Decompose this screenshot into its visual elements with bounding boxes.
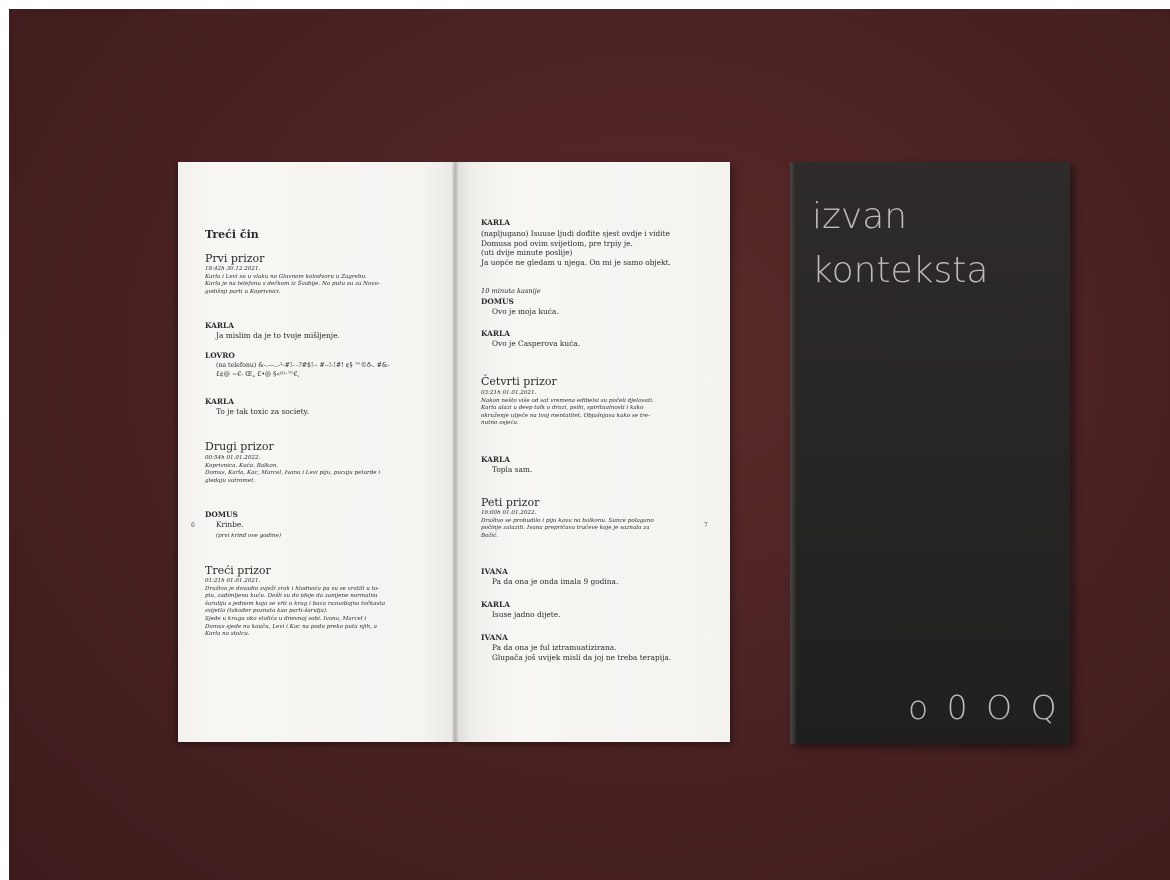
page-number: 6: [191, 522, 195, 529]
cover-mark: o 0 O Q: [908, 688, 1061, 727]
speaker-name: KARLA: [481, 329, 510, 338]
scene-title: Treći prizor: [205, 564, 271, 577]
speaker-name: DOMUS: [481, 297, 514, 306]
cover-title-line1: izvan: [812, 196, 908, 237]
speaker-name: IVANA: [481, 567, 508, 576]
scene-title: Drugi prizor: [205, 440, 274, 453]
scene-meta: 16:00h 01.01.2022. Društvo se probudilo …: [481, 510, 654, 539]
stage-direction: (prvi krinđ ove godine): [216, 533, 282, 539]
scene-title: Četvrti prizor: [481, 375, 557, 388]
dialogue-line: Krinbe.: [216, 520, 244, 529]
speaker-name: KARLA: [481, 455, 510, 464]
scene-title: Peti prizor: [481, 496, 540, 509]
dialogue-line: Topla sam.: [492, 465, 533, 474]
booklet-spine: [452, 162, 458, 742]
dialogue-line: Ovo je Casperova kuća.: [492, 339, 581, 348]
scene-meta: 01:21h 01.01.2021. Društvo je dovadio sv…: [205, 578, 386, 638]
dialogue-line: To je tak toxic za society.: [216, 407, 310, 416]
speaker-name: DOMUS: [205, 510, 238, 519]
speaker-name: KARLA: [205, 321, 234, 330]
act-title: Treći čin: [205, 228, 259, 241]
page-number: 7: [704, 522, 708, 529]
scene-meta: 00:54h 01.01.2022. Koprivnica. Kuća. Bal…: [205, 455, 381, 484]
scene-meta: 18:42h 30.12.2021. Karla i Levi su u vla…: [205, 266, 380, 295]
speaker-name: IVANA: [481, 633, 508, 642]
stage-direction: 10 minuta kasnije: [481, 287, 541, 295]
scene-meta: 03:21h 01.01.2021. Nakon nešto više od s…: [481, 390, 654, 427]
speaker-name: LOVRO: [205, 351, 235, 360]
speaker-name: KARLA: [205, 397, 234, 406]
dialogue-line: Pa da ona je ful iztramuatizirana. Glupa…: [492, 643, 672, 662]
speaker-name: KARLA: [481, 600, 510, 609]
book-spine-edge: [790, 162, 796, 744]
dialogue-block: (napljugano) Isuuse ljudi dođite sjest o…: [481, 229, 671, 267]
dialogue-line: Ja mislim da je to tvoje mišljenje.: [216, 331, 340, 340]
speaker-name: KARLA: [481, 218, 510, 227]
dialogue-line: (na telefonu) &-.---..-²-#!- -?#$!-- #--…: [216, 362, 390, 378]
scene-title: Prvi prizor: [205, 252, 265, 265]
dialogue-line: Ovo je moja kuća.: [492, 307, 559, 316]
dialogue-line: Pa da ona je onda imala 9 godina.: [492, 577, 619, 586]
dialogue-line: Isuse jadno dijete.: [492, 610, 561, 619]
cover-title-line2: konteksta: [812, 250, 989, 291]
